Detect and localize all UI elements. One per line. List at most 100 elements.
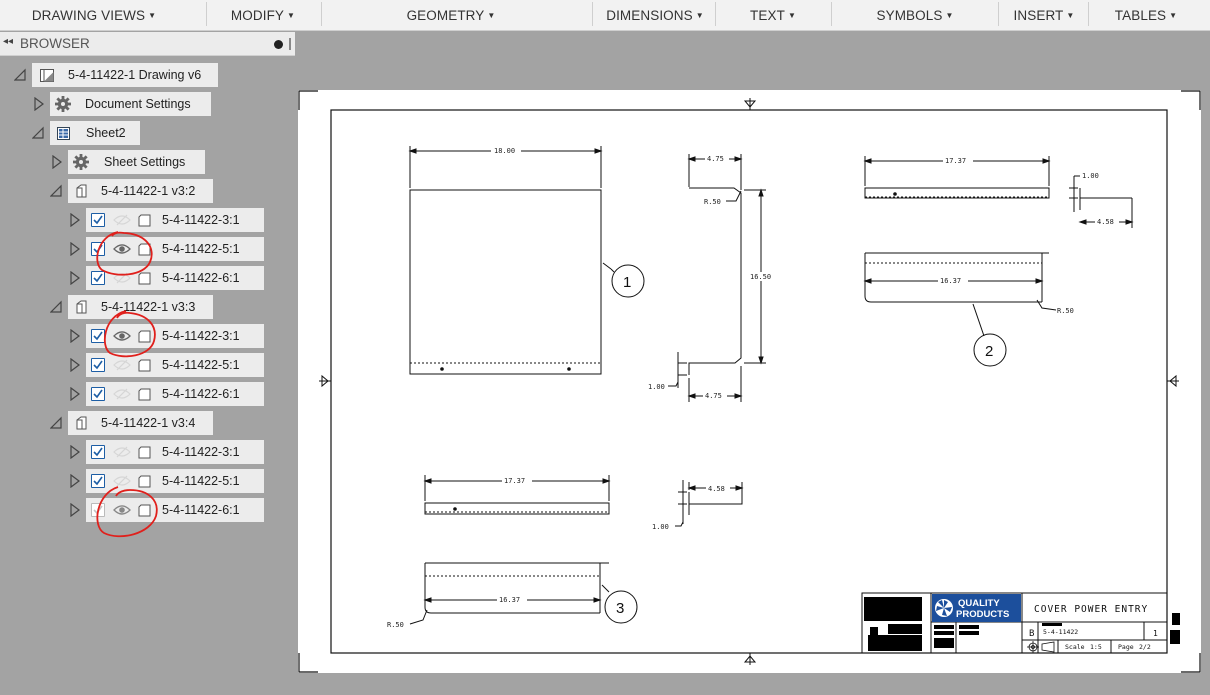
tree-sheet-settings[interactable]: Sheet Settings [68, 150, 205, 174]
eye-icon[interactable] [111, 502, 133, 518]
projection-symbol-icon [1027, 641, 1055, 653]
visibility-checkbox[interactable] [91, 329, 105, 343]
checkmark-icon [93, 389, 103, 399]
tree-root-drawing[interactable]: 5-4-11422-1 Drawing v6 [32, 63, 218, 87]
expand-triangle-icon[interactable] [69, 358, 81, 372]
panel-grip-icon[interactable] [289, 38, 291, 50]
tree-body-item[interactable]: 5-4-11422-6:1 [86, 382, 264, 406]
modify-menu[interactable]: MODIFY ▼ [222, 0, 304, 31]
expand-triangle-icon[interactable] [33, 97, 45, 111]
body-icon [137, 474, 152, 489]
geometry-menu[interactable]: GEOMETRY ▼ [395, 0, 507, 31]
drawing-views-menu[interactable]: DRAWING VIEWS ▼ [20, 0, 168, 31]
collapse-triangle-icon[interactable] [50, 184, 62, 198]
tree-view-group[interactable]: 5-4-11422-1 v3:4 [68, 411, 213, 435]
eye-hidden-icon[interactable] [111, 357, 133, 373]
eye-hidden-icon[interactable] [111, 212, 133, 228]
dimensions-menu[interactable]: DIMENSIONS ▼ [600, 0, 710, 31]
checkmark-icon [93, 476, 103, 486]
scale-label: Scale [1065, 643, 1085, 651]
expand-triangle-icon[interactable] [69, 242, 81, 256]
expand-triangle-icon[interactable] [69, 503, 81, 517]
expand-triangle-icon[interactable] [69, 474, 81, 488]
checkmark-icon [93, 215, 103, 225]
collapse-triangle-icon[interactable] [32, 126, 44, 140]
sheet-icon [54, 126, 72, 141]
expand-triangle-icon[interactable] [69, 213, 81, 227]
title-block[interactable]: QUALITY PRODUCTS COVER POWER ENTRY B 5-4… [298, 90, 1201, 673]
tree-item-label: 5-4-11422-5:1 [162, 242, 240, 256]
collapse-panel-icon[interactable]: ◂◂ [3, 36, 13, 47]
tree-item-label: 5-4-11422-3:1 [162, 329, 240, 343]
tree-sheet2[interactable]: Sheet2 [50, 121, 140, 145]
expand-triangle-icon[interactable] [69, 387, 81, 401]
chevron-down-icon: ▼ [945, 11, 954, 20]
eye-hidden-icon[interactable] [111, 270, 133, 286]
visibility-checkbox[interactable] [91, 213, 105, 227]
tree-body-item[interactable]: 5-4-11422-3:1 [86, 208, 264, 232]
tree-item-label: Sheet2 [86, 126, 126, 140]
tree-body-item[interactable]: 5-4-11422-6:1 [86, 498, 264, 522]
tree-item-label: 5-4-11422-6:1 [162, 503, 240, 517]
menu-label: DRAWING VIEWS [31, 8, 146, 23]
tree-item-label: 5-4-11422-5:1 [162, 474, 240, 488]
collapse-triangle-icon[interactable] [50, 416, 62, 430]
collapse-triangle-icon[interactable] [14, 68, 26, 82]
tree-item-label: 5-4-11422-6:1 [162, 271, 240, 285]
gear-icon [53, 95, 73, 113]
tree-body-item[interactable]: 5-4-11422-6:1 [86, 266, 264, 290]
tree-document-settings[interactable]: Document Settings [50, 92, 211, 116]
tree-item-label: 5-4-11422-1 v3:4 [101, 416, 196, 430]
body-icon [137, 271, 152, 286]
tree-body-item[interactable]: 5-4-11422-5:1 [86, 469, 264, 493]
drawing-sheet[interactable]: 18.00 1 4.75 R.50 16.50 1.00 4.75 17.37 … [298, 90, 1201, 673]
symbols-menu[interactable]: SYMBOLS ▼ [870, 0, 960, 31]
visibility-checkbox[interactable] [91, 387, 105, 401]
body-icon [137, 358, 152, 373]
pin-icon[interactable] [274, 40, 283, 49]
tree-item-label: 5-4-11422-3:1 [162, 213, 240, 227]
scale-value: 1:5 [1090, 643, 1102, 651]
expand-triangle-icon[interactable] [51, 155, 63, 169]
tree-item-label: 5-4-11422-3:1 [162, 445, 240, 459]
visibility-checkbox[interactable] [91, 271, 105, 285]
tree-body-item[interactable]: 5-4-11422-3:1 [86, 324, 264, 348]
eye-hidden-icon[interactable] [111, 444, 133, 460]
eye-icon[interactable] [111, 241, 133, 257]
visibility-checkbox[interactable] [91, 445, 105, 459]
menu-label: TEXT [750, 8, 785, 23]
checkmark-icon [93, 244, 103, 254]
visibility-checkbox[interactable] [91, 358, 105, 372]
body-icon [137, 329, 152, 344]
tree-view-group[interactable]: 5-4-11422-1 v3:2 [68, 179, 213, 203]
sheet-size: B [1029, 629, 1034, 639]
view-icon [72, 183, 90, 199]
expand-triangle-icon[interactable] [69, 329, 81, 343]
menu-label: MODIFY [230, 8, 285, 23]
expand-triangle-icon[interactable] [69, 271, 81, 285]
tree-view-group[interactable]: 5-4-11422-1 v3:3 [68, 295, 213, 319]
gear-icon [71, 153, 91, 171]
company-name-line2: PRODUCTS [956, 609, 1009, 620]
tables-menu[interactable]: TABLES ▼ [1106, 0, 1186, 31]
visibility-checkbox[interactable] [91, 503, 105, 517]
text-menu[interactable]: TEXT ▼ [740, 0, 806, 31]
collapse-triangle-icon[interactable] [50, 300, 62, 314]
checkmark-icon [93, 273, 103, 283]
menu-label: SYMBOLS [876, 8, 943, 23]
eye-hidden-icon[interactable] [111, 473, 133, 489]
eye-hidden-icon[interactable] [111, 386, 133, 402]
chevron-down-icon: ▼ [695, 11, 704, 20]
tree-item-label: Document Settings [85, 97, 191, 111]
tree-body-item[interactable]: 5-4-11422-3:1 [86, 440, 264, 464]
visibility-checkbox[interactable] [91, 242, 105, 256]
drawing-document-icon [37, 68, 57, 83]
insert-menu[interactable]: INSERT ▼ [1008, 0, 1080, 31]
eye-icon[interactable] [111, 328, 133, 344]
tree-body-item[interactable]: 5-4-11422-5:1 [86, 353, 264, 377]
chevron-down-icon: ▼ [487, 11, 496, 20]
tree-body-item[interactable]: 5-4-11422-5:1 [86, 237, 264, 261]
visibility-checkbox[interactable] [91, 474, 105, 488]
toolbar-divider [206, 2, 207, 26]
expand-triangle-icon[interactable] [69, 445, 81, 459]
